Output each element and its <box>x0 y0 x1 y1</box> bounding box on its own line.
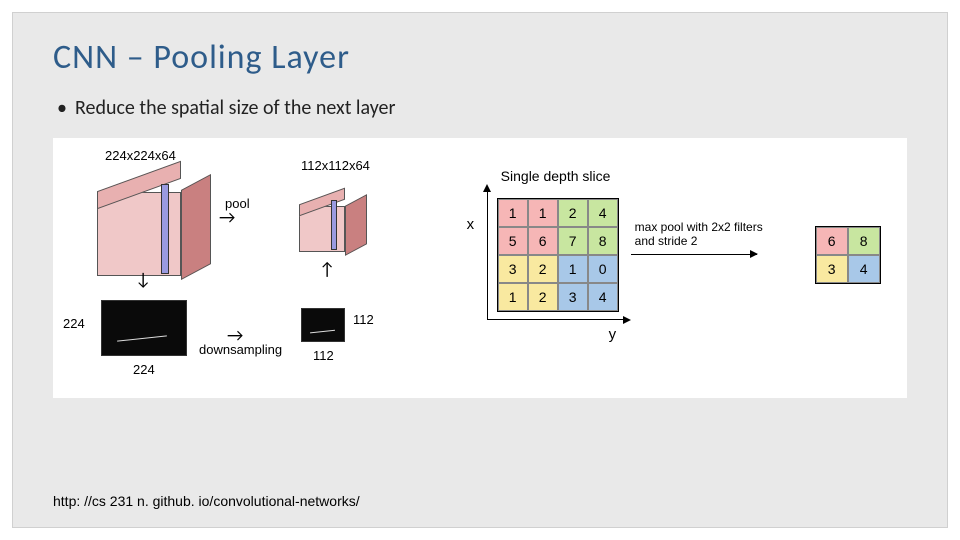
input-cell: 2 <box>528 255 558 283</box>
input-cell: 3 <box>558 283 588 311</box>
input-cell: 0 <box>588 255 618 283</box>
output-cell: 6 <box>816 227 848 255</box>
credit-url: http: //cs 231 n. github. io/convolution… <box>53 493 360 509</box>
figure-pooling-volumes: 224x224x64 112x112x64 pool → ↓ ↑ <box>61 148 421 388</box>
input-cell: 1 <box>498 283 528 311</box>
output-cell: 4 <box>848 255 880 283</box>
input-cell: 2 <box>558 199 588 227</box>
input-grid: 1124567832101234 <box>497 198 619 312</box>
bullet-item: Reduce the spatial size of the next laye… <box>53 96 907 120</box>
label-output-dims: 112x112x64 <box>301 158 370 173</box>
figures-row: 224x224x64 112x112x64 pool → ↓ ↑ <box>53 138 907 398</box>
input-cell: 1 <box>528 199 558 227</box>
arrow-right-icon: → <box>219 206 235 228</box>
arrow-down-icon: ↓ <box>135 268 151 290</box>
arrowhead-right-icon <box>623 316 631 324</box>
label-y-axis: y <box>609 326 617 343</box>
label-in-h: 224 <box>63 316 85 331</box>
arrowhead-up-icon <box>483 184 491 192</box>
input-cell: 7 <box>558 227 588 255</box>
input-cell: 1 <box>498 199 528 227</box>
long-arrow-icon <box>631 254 757 255</box>
output-image-thumb <box>301 308 345 342</box>
slide: CNN – Pooling Layer Reduce the spatial s… <box>12 12 948 528</box>
output-grid: 6834 <box>815 226 881 284</box>
input-cell: 3 <box>498 255 528 283</box>
label-input-dims: 224x224x64 <box>105 148 176 163</box>
input-cell: 4 <box>588 199 618 227</box>
label-out-w: 112 <box>313 348 334 363</box>
slide-title: CNN – Pooling Layer <box>53 37 907 78</box>
label-maxpool-2: and stride 2 <box>635 234 698 248</box>
label-out-h: 112 <box>353 312 374 327</box>
arrow-up-icon: ↑ <box>319 258 335 280</box>
input-cell: 6 <box>528 227 558 255</box>
input-cell: 8 <box>588 227 618 255</box>
input-cell: 2 <box>528 283 558 311</box>
input-cell: 5 <box>498 227 528 255</box>
input-cell: 1 <box>558 255 588 283</box>
label-downsampling: downsampling <box>199 342 282 357</box>
label-maxpool-1: max pool with 2x2 filters <box>635 220 763 234</box>
output-cell: 3 <box>816 255 848 283</box>
input-cell: 4 <box>588 283 618 311</box>
label-in-w: 224 <box>133 362 155 377</box>
output-cell: 8 <box>848 227 880 255</box>
input-image-thumb <box>101 300 187 356</box>
figure-maxpool-grid: Single depth slice x y 1124567832101234 … <box>445 168 899 368</box>
label-slice-title: Single depth slice <box>501 168 611 184</box>
label-x-axis: x <box>467 216 475 233</box>
